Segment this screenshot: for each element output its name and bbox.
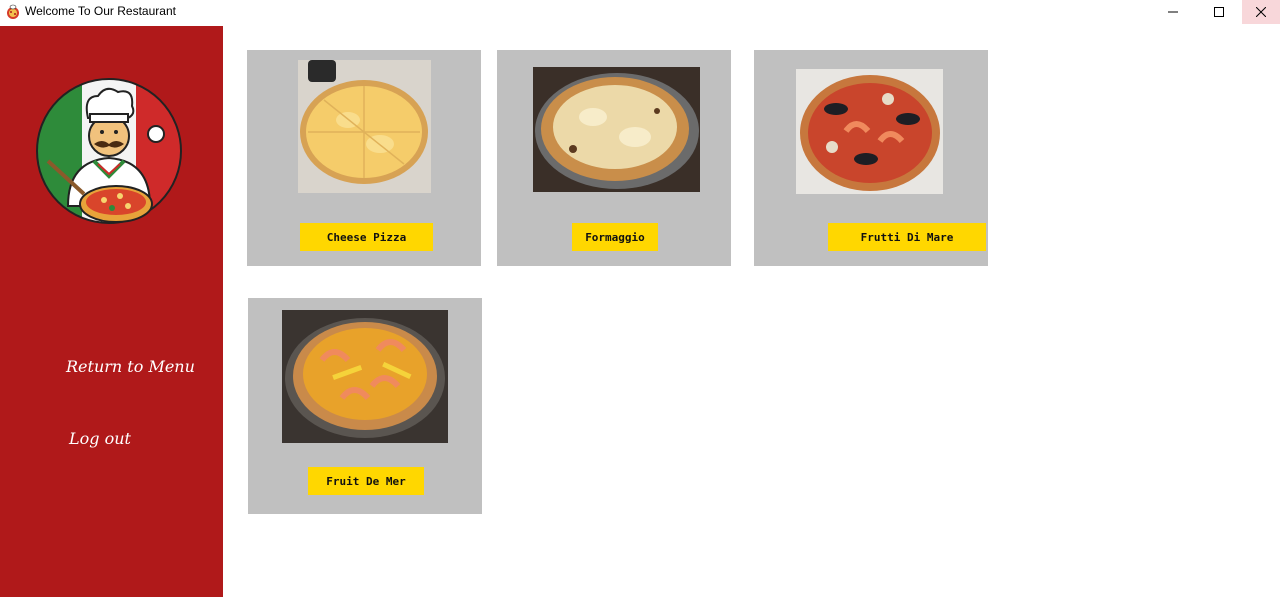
minimize-icon <box>1168 11 1178 13</box>
menu-card-cheese-pizza: Cheese Pizza <box>247 50 481 266</box>
frutti-di-mare-photo <box>796 69 943 194</box>
formaggio-photo <box>533 67 700 192</box>
return-to-menu-link[interactable]: Return to Menu <box>66 357 195 376</box>
cheese-pizza-button[interactable]: Cheese Pizza <box>300 223 433 251</box>
close-icon <box>1256 7 1266 17</box>
title-bar: Welcome To Our Restaurant <box>0 0 1280 24</box>
menu-card-fruit-de-mer: Fruit De Mer <box>248 298 482 514</box>
minimize-button[interactable] <box>1150 0 1196 24</box>
frutti-di-mare-button[interactable]: Frutti Di Mare <box>828 223 986 251</box>
formaggio-button[interactable]: Formaggio <box>572 223 658 251</box>
app-icon <box>7 4 19 19</box>
maximize-icon <box>1214 7 1224 17</box>
window-title: Welcome To Our Restaurant <box>25 4 176 18</box>
menu-card-frutti-di-mare: Frutti Di Mare <box>754 50 988 266</box>
chef-with-pizza-icon <box>36 78 182 224</box>
maximize-button[interactable] <box>1196 0 1242 24</box>
fruit-de-mer-button[interactable]: Fruit De Mer <box>308 467 424 495</box>
menu-card-formaggio: Formaggio <box>497 50 731 266</box>
close-button[interactable] <box>1242 0 1280 24</box>
sidebar: Return to Menu Log out <box>0 26 223 597</box>
cheese-pizza-photo <box>298 60 431 193</box>
fruit-de-mer-photo <box>282 310 448 443</box>
logout-link[interactable]: Log out <box>69 429 131 448</box>
